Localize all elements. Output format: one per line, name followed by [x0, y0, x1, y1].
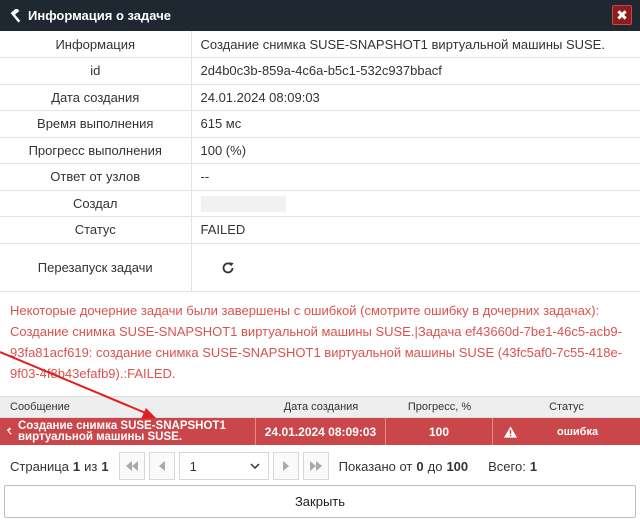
column-header-message[interactable]: Сообщение: [0, 401, 256, 413]
shown-to: 100: [446, 458, 469, 474]
first-page-icon[interactable]: [118, 452, 145, 480]
page-of-label: из: [84, 458, 98, 474]
child-tasks-grid: Сообщение Дата создания Прогресс, % Стат…: [0, 396, 640, 445]
close-icon[interactable]: ✖: [612, 5, 632, 25]
info-row: Ответ от узлов --: [0, 163, 640, 191]
shown-to-label: до: [427, 458, 443, 474]
info-value: [191, 243, 640, 292]
page-select[interactable]: 1: [178, 452, 269, 480]
info-key: Создал: [0, 190, 192, 217]
restart-icon[interactable]: [221, 261, 235, 275]
last-page-icon[interactable]: [302, 452, 329, 480]
redacted-user: [200, 195, 286, 212]
info-value: 615 мс: [191, 110, 640, 138]
info-key: Время выполнения: [0, 110, 192, 138]
info-value: [191, 190, 640, 217]
info-value: 100 (%): [191, 137, 640, 164]
pagination-bar: Страница 1 из 1 1 Показано от 0 до 100 В…: [0, 450, 640, 482]
chevron-down-icon: [250, 463, 260, 469]
row-status-text: ошибка: [557, 425, 599, 438]
info-row: Информация Создание снимка SUSE-SNAPSHOT…: [0, 31, 640, 58]
hammer-icon: [6, 427, 12, 435]
shown-from: 0: [416, 458, 424, 474]
close-button[interactable]: Закрыть: [4, 485, 636, 518]
next-page-icon[interactable]: [272, 452, 299, 480]
cell-message: Создание снимка SUSE-SNAPSHOT1 виртуальн…: [0, 418, 256, 445]
page-total: 1: [101, 458, 109, 474]
task-info-table: Информация Создание снимка SUSE-SNAPSHOT…: [0, 31, 640, 292]
dialog-title: Информация о задаче: [28, 8, 171, 23]
cell-created: 24.01.2024 08:09:03: [256, 418, 386, 445]
shown-label: Показано от: [338, 458, 413, 474]
info-row: Статус FAILED: [0, 216, 640, 244]
info-row: Создал: [0, 190, 640, 217]
page-select-value: 1: [189, 458, 197, 474]
table-row[interactable]: Создание снимка SUSE-SNAPSHOT1 виртуальн…: [0, 418, 640, 445]
column-header-progress[interactable]: Прогресс, %: [386, 401, 493, 413]
cell-progress: 100: [386, 418, 493, 445]
info-value: --: [191, 163, 640, 191]
total-count: 1: [529, 458, 538, 474]
error-message: Некоторые дочерние задачи были завершены…: [10, 303, 623, 381]
row-message-text: Создание снимка SUSE-SNAPSHOT1 виртуальн…: [17, 419, 226, 443]
info-key: Информация: [0, 31, 192, 58]
info-key: Дата создания: [0, 84, 192, 111]
page-label: Страница: [10, 458, 69, 474]
info-row: Прогресс выполнения 100 (%): [0, 137, 640, 164]
info-key: Статус: [0, 216, 192, 244]
grid-header: Сообщение Дата создания Прогресс, % Стат…: [0, 396, 640, 418]
info-key: Ответ от узлов: [0, 163, 192, 191]
info-key: Перезапуск задачи: [0, 243, 192, 292]
info-value: Создание снимка SUSE-SNAPSHOT1 виртуальн…: [191, 31, 640, 58]
cell-status: ошибка: [493, 426, 640, 438]
info-row: Перезапуск задачи: [0, 243, 640, 292]
info-value: 2d4b0c3b-859a-4c6a-b5c1-532c937bbacf: [191, 57, 640, 85]
info-row: Дата создания 24.01.2024 08:09:03: [0, 84, 640, 111]
column-header-status[interactable]: Статус: [493, 401, 640, 413]
total-label: Всего:: [488, 458, 526, 474]
status-value: FAILED: [191, 216, 640, 244]
column-header-created[interactable]: Дата создания: [256, 401, 386, 413]
page-current: 1: [72, 458, 81, 474]
info-key: id: [0, 57, 192, 85]
info-value: 24.01.2024 08:09:03: [191, 84, 640, 111]
prev-page-icon[interactable]: [148, 452, 175, 480]
warning-icon: [504, 425, 517, 438]
info-row: Время выполнения 615 мс: [0, 110, 640, 138]
hammer-icon: [10, 8, 21, 22]
dialog-titlebar: Информация о задаче ✖: [0, 0, 640, 31]
info-row: id 2d4b0c3b-859a-4c6a-b5c1-532c937bbacf: [0, 57, 640, 85]
info-key: Прогресс выполнения: [0, 137, 192, 164]
